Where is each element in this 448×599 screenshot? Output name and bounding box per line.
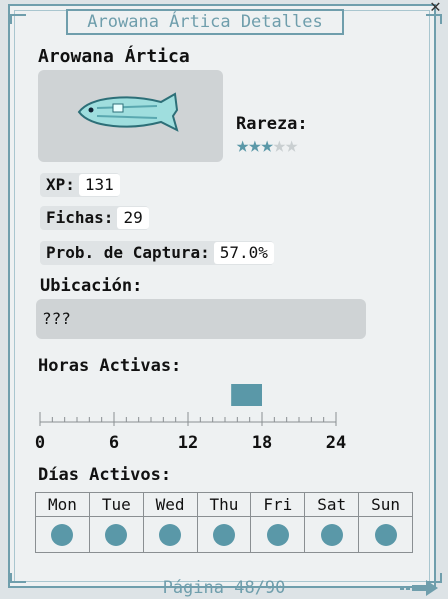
active-days-label: Días Activos: — [38, 465, 172, 485]
rarity-stars: ★★★★★ — [236, 133, 298, 158]
timeline-tick-label: 6 — [109, 433, 119, 453]
tokens-label: Fichas: — [46, 208, 114, 227]
active-hours-timeline: 0 6 12 18 24 — [35, 384, 346, 453]
fish-image-frame — [38, 70, 223, 162]
active-hours-bar — [231, 384, 262, 406]
timeline-tick-label: 18 — [252, 433, 272, 453]
fish-name: Arowana Ártica — [38, 46, 190, 67]
catch-chance-value: 57.0% — [213, 242, 274, 264]
day-header: Sun — [358, 492, 413, 517]
active-hours-label: Horas Activas: — [38, 356, 182, 376]
tokens-stat: Fichas: 29 — [40, 206, 149, 230]
timeline-tick-label: 24 — [326, 433, 346, 453]
active-day-dot-icon — [212, 523, 235, 546]
day-indicator-cell — [142, 516, 198, 553]
tokens-value: 29 — [117, 207, 149, 229]
catch-chance-label: Prob. de Captura: — [46, 243, 210, 262]
day-indicator-cell — [88, 516, 144, 553]
star-icon: ★ — [248, 133, 261, 158]
xp-label: XP: — [46, 175, 75, 194]
active-days-table: Mon Tue Wed Thu Fri Sat Sun — [35, 492, 413, 553]
day-indicator-cell — [250, 516, 306, 553]
day-indicator-cell — [196, 516, 252, 553]
active-day-dot-icon — [159, 523, 182, 546]
active-day-dot-icon — [51, 523, 74, 546]
corner-decoration — [10, 14, 26, 24]
day-header: Thu — [196, 492, 252, 517]
star-icon: ★ — [285, 133, 298, 158]
page-indicator: Página 48/90 — [162, 578, 286, 598]
day-header: Mon — [35, 492, 90, 517]
location-label: Ubicación: — [40, 276, 143, 296]
timeline-tick-label: 0 — [35, 433, 45, 453]
location-value: ??? — [36, 299, 366, 339]
day-indicator-cell — [35, 516, 90, 553]
active-day-dot-icon — [320, 523, 343, 546]
star-icon: ★ — [272, 133, 286, 158]
active-day-dot-icon — [105, 523, 128, 546]
xp-value: 131 — [78, 174, 120, 196]
timeline-tick-label: 12 — [178, 433, 198, 453]
day-header: Sat — [304, 492, 360, 517]
day-header: Wed — [142, 492, 198, 517]
next-page-arrow-icon[interactable] — [400, 578, 440, 598]
day-indicator-cell — [304, 516, 360, 553]
xp-stat: XP: 131 — [40, 173, 120, 197]
star-icon: ★ — [236, 133, 249, 158]
fish-icon — [77, 92, 179, 132]
close-icon[interactable]: ✕ — [430, 0, 441, 17]
active-day-dot-icon — [374, 523, 397, 546]
star-icon: ★ — [260, 133, 274, 158]
day-header: Fri — [250, 492, 306, 517]
rarity-label: Rareza: — [236, 114, 308, 134]
active-day-dot-icon — [266, 523, 289, 546]
catch-chance-stat: Prob. de Captura: 57.0% — [40, 241, 274, 265]
day-indicator-cell — [358, 516, 413, 553]
day-header: Tue — [88, 492, 144, 517]
window-title: Arowana Ártica Detalles — [66, 9, 344, 35]
